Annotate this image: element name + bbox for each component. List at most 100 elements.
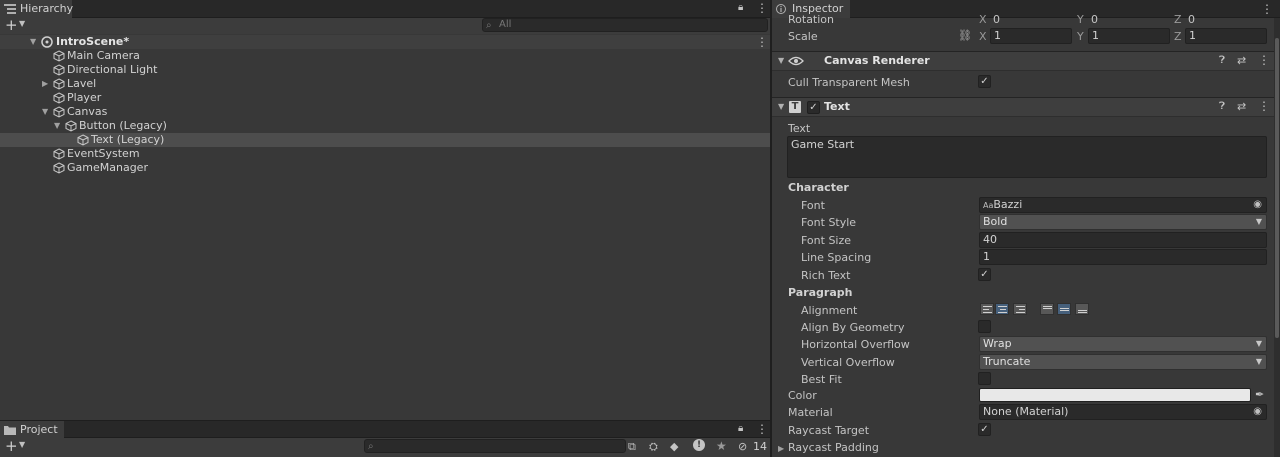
align-right-button[interactable] — [1013, 303, 1027, 315]
scale-y-field[interactable]: 1 — [1088, 28, 1170, 44]
align-by-geometry-label: Align By Geometry — [801, 321, 905, 334]
rotation-x-field[interactable]: 0 — [993, 13, 1000, 26]
hierarchy-item-text-legacy[interactable]: Text (Legacy) — [0, 133, 770, 147]
scale-x-field[interactable]: 1 — [990, 28, 1072, 44]
gameobject-cube-icon — [53, 92, 65, 104]
hierarchy-icon — [4, 4, 16, 14]
more-options-icon[interactable]: ⋮ — [1261, 2, 1273, 16]
chevron-down-icon[interactable]: ▼ — [19, 440, 25, 449]
vertical-overflow-dropdown[interactable]: Truncate ▼ — [979, 354, 1267, 370]
chevron-down-icon: ▼ — [1255, 217, 1262, 226]
collapse-arrow-icon[interactable]: ▼ — [778, 102, 784, 111]
scale-label: Scale — [788, 30, 818, 43]
text-enabled-checkbox[interactable]: ✓ — [807, 101, 820, 114]
text-component-header[interactable]: ▼ T ✓ Text ❓︎ ⇄ ⋮ — [772, 97, 1280, 117]
hierarchy-item-button-legacy[interactable]: ▼ Button (Legacy) — [0, 119, 770, 133]
project-toolbar: + ▼ ⌕ ⧉ ⛭ ◆ ! ★ ⊘ 14 — [0, 437, 770, 457]
font-object-field[interactable]: AaBazzi ◉ — [979, 197, 1267, 213]
rotation-z-field[interactable]: 0 — [1188, 13, 1195, 26]
rotation-x-label: X — [979, 13, 987, 26]
tag-icon[interactable]: ◆ — [670, 440, 678, 453]
line-spacing-field[interactable]: 1 — [979, 249, 1267, 265]
more-options-icon[interactable]: ⋮ — [756, 1, 768, 15]
material-object-field[interactable]: None (Material) ◉ — [979, 404, 1267, 420]
horizontal-overflow-dropdown[interactable]: Wrap ▼ — [979, 336, 1267, 352]
project-tabbar: Project 🔒︎ ⋮ — [0, 420, 770, 439]
rich-text-checkbox[interactable]: ✓ — [978, 268, 991, 281]
hierarchy-tabbar: Hierarchy 🔒︎ ⋮ — [0, 0, 770, 18]
chevron-down-icon[interactable]: ▼ — [19, 19, 25, 28]
canvas-renderer-header[interactable]: ▼ Canvas Renderer ❓︎ ⇄ ⋮ — [772, 51, 1280, 71]
warning-icon[interactable]: ! — [693, 439, 705, 451]
scene-row[interactable]: ▼ IntroScene* ⋮ — [0, 35, 770, 49]
more-options-icon[interactable]: ⋮ — [756, 422, 768, 436]
raycast-padding-label[interactable]: Raycast Padding — [788, 441, 879, 454]
scale-z-field[interactable]: 1 — [1185, 28, 1267, 44]
hierarchy-item-lavel[interactable]: ▶ Lavel — [0, 77, 770, 91]
project-add-button[interactable]: + — [5, 437, 18, 455]
cull-transparent-mesh-checkbox[interactable]: ✓ — [978, 75, 991, 88]
font-size-field[interactable]: 40 — [979, 232, 1267, 248]
raycast-target-checkbox[interactable]: ✓ — [978, 423, 991, 436]
project-search-input[interactable]: ⌕ — [364, 439, 626, 453]
font-value: Bazzi — [993, 198, 1023, 211]
hierarchy-item-player[interactable]: Player — [0, 91, 770, 105]
align-middle-button[interactable] — [1057, 303, 1071, 315]
object-picker-icon[interactable]: ◉ — [1253, 405, 1262, 419]
align-lower-button[interactable] — [1075, 303, 1089, 315]
lock-icon[interactable]: 🔒︎ — [738, 423, 743, 434]
horizontal-overflow-value: Wrap — [983, 337, 1012, 350]
add-button[interactable]: + — [5, 16, 18, 34]
rotation-y-field[interactable]: 0 — [1091, 13, 1098, 26]
expand-arrow-icon[interactable]: ▼ — [42, 105, 48, 119]
hidden-packages-icon[interactable]: ⊘ — [738, 440, 747, 453]
favorite-star-icon[interactable]: ★ — [716, 439, 727, 453]
lock-icon[interactable]: 🔒︎ — [738, 2, 743, 13]
info-icon — [776, 4, 786, 14]
help-icon[interactable]: ❓︎ — [1219, 55, 1225, 66]
inspector-tabbar: Inspector — [772, 0, 1280, 18]
collapse-arrow-icon[interactable]: ▼ — [778, 56, 784, 65]
component-menu-icon[interactable]: ⋮ — [1258, 53, 1270, 67]
object-picker-icon[interactable]: ◉ — [1253, 198, 1262, 212]
chevron-down-icon: ▼ — [1255, 339, 1262, 348]
presets-icon[interactable]: ⇄ — [1237, 100, 1246, 113]
paragraph-section-header: Paragraph — [788, 286, 853, 299]
expand-arrow-icon[interactable]: ▼ — [54, 119, 60, 133]
hierarchy-search-input[interactable]: ⌕ All — [482, 18, 768, 32]
search-by-type-icon[interactable]: ⧉ — [628, 440, 636, 454]
align-by-geometry-checkbox[interactable] — [978, 320, 991, 333]
hierarchy-item-gamemanager[interactable]: GameManager — [0, 161, 770, 175]
component-menu-icon[interactable]: ⋮ — [1258, 99, 1270, 113]
font-size-label: Font Size — [801, 234, 852, 247]
align-left-button[interactable] — [980, 303, 994, 315]
vertical-overflow-value: Truncate — [983, 355, 1031, 368]
eyedropper-icon[interactable]: ✒ — [1255, 388, 1264, 401]
color-swatch-field[interactable] — [979, 388, 1251, 402]
hierarchy-item-directional-light[interactable]: Directional Light — [0, 63, 770, 77]
hierarchy-item-eventsystem[interactable]: EventSystem — [0, 147, 770, 161]
help-icon[interactable]: ❓︎ — [1219, 101, 1225, 112]
link-scale-icon[interactable]: ⛓ — [958, 29, 972, 42]
font-style-dropdown[interactable]: Bold ▼ — [979, 214, 1267, 230]
text-content-textarea[interactable]: Game Start — [787, 136, 1267, 178]
presets-icon[interactable]: ⇄ — [1237, 54, 1246, 67]
align-center-button[interactable] — [995, 303, 1009, 315]
folder-icon — [4, 426, 16, 435]
gameobject-cube-icon — [77, 134, 89, 146]
align-upper-button[interactable] — [1040, 303, 1054, 315]
hierarchy-item-canvas[interactable]: ▼ Canvas — [0, 105, 770, 119]
text-field-label: Text — [788, 122, 811, 135]
expand-arrow-icon[interactable]: ▼ — [30, 35, 36, 49]
vertical-overflow-label: Vertical Overflow — [801, 356, 895, 369]
hierarchy-item-label: Canvas — [67, 105, 108, 118]
expand-arrow-icon[interactable]: ▶ — [778, 444, 784, 453]
hierarchy-item-main-camera[interactable]: Main Camera — [0, 49, 770, 63]
scene-menu-icon[interactable]: ⋮ — [756, 35, 768, 49]
material-label: Material — [788, 406, 833, 419]
best-fit-checkbox[interactable] — [978, 372, 991, 385]
filter-by-label-icon[interactable]: ⛭ — [649, 440, 658, 454]
expand-arrow-icon[interactable]: ▶ — [42, 77, 48, 91]
inspector-scrollbar[interactable] — [1274, 18, 1280, 457]
inspector-scrollbar-thumb[interactable] — [1275, 38, 1279, 338]
